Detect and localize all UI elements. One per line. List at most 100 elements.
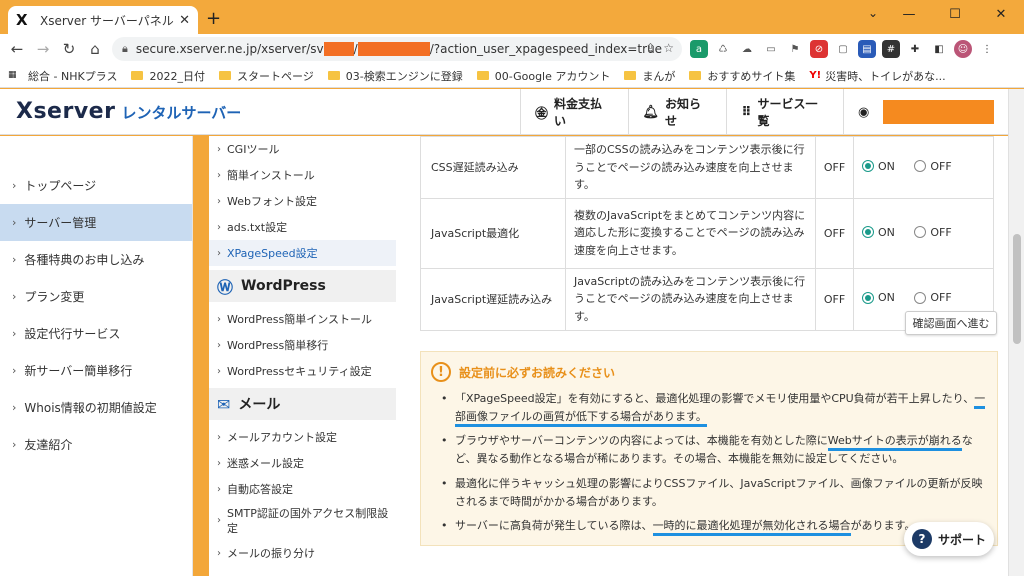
extension-page-icon[interactable]: ▢ bbox=[834, 40, 852, 58]
radio-off[interactable]: OFF bbox=[914, 160, 952, 173]
chevron-right-icon: › bbox=[217, 247, 221, 259]
server-submenu: › CGIツール › 簡単インストール › Webフォント設定 › ads.txt設定 … bbox=[209, 136, 396, 576]
address-bar[interactable]: 🔒︎ secure.xserver.ne.jp/xserver/sv //?act… bbox=[112, 37, 682, 61]
submenu-item-mail-account[interactable]: › メールアカウント設定 bbox=[209, 424, 396, 450]
submenu-item-wp-security[interactable]: › WordPressセキュリティ設定 bbox=[209, 358, 396, 384]
submenu-item-cgi[interactable]: › CGIツール bbox=[209, 136, 396, 162]
chevron-right-icon: › bbox=[12, 290, 17, 303]
radio-on[interactable]: ON bbox=[862, 160, 895, 173]
highlight-underline: Webサイトの表示が崩れる bbox=[827, 434, 962, 452]
extension-hash-icon[interactable]: # bbox=[882, 40, 900, 58]
minimize-icon[interactable]: — bbox=[886, 0, 932, 28]
submenu-item-adstxt[interactable]: › ads.txt設定 bbox=[209, 214, 396, 240]
nav-notices[interactable]: 🔔︎ お知らせ bbox=[627, 89, 727, 135]
side-panel-icon[interactable]: ◧ bbox=[930, 40, 948, 58]
nav-services[interactable]: ⠿ サービス一覧 bbox=[726, 89, 843, 135]
site-header: Xserver レンタルサーバー ㊎料金支払い 🔔︎ お知らせ ⠿ サービス一覧 ◉ bbox=[0, 89, 1008, 135]
extensions-puzzle-icon[interactable]: ✚ bbox=[906, 40, 924, 58]
scrollbar-thumb[interactable] bbox=[1013, 234, 1021, 344]
radio-empty-icon bbox=[914, 226, 927, 239]
folder-icon bbox=[218, 71, 231, 80]
radio-off[interactable]: OFF bbox=[914, 291, 952, 304]
bookmark-item[interactable]: Y! 災害時、トイレがあな... bbox=[809, 68, 945, 84]
chevron-right-icon: › bbox=[217, 143, 221, 155]
radio-selected-icon bbox=[862, 226, 874, 239]
nav-payment[interactable]: ㊎料金支払い bbox=[520, 89, 628, 135]
notice-item: 「XPageSpeed設定」を有効にすると、最適化処理の影響でメモリ使用量やCP… bbox=[441, 390, 989, 428]
share-icon[interactable]: ⇪ bbox=[646, 41, 656, 55]
extension-chat-icon[interactable]: ▭ bbox=[762, 40, 780, 58]
user-icon: ◉ bbox=[858, 104, 870, 120]
radio-off[interactable]: OFF bbox=[914, 226, 952, 239]
sidebar-item-benefits[interactable]: › 各種特典のお申し込み bbox=[0, 241, 192, 278]
tab-search-icon[interactable]: ⌄ bbox=[868, 6, 878, 20]
chevron-right-icon: › bbox=[217, 547, 221, 559]
sidebar-item-plan[interactable]: › プラン変更 bbox=[0, 278, 192, 315]
chevron-right-icon: › bbox=[12, 438, 17, 451]
radio-on[interactable]: ON bbox=[862, 291, 895, 304]
submenu-item-spam[interactable]: › 迷惑メール設定 bbox=[209, 450, 396, 476]
main-sidebar: › トップページ › サーバー管理 › 各種特典のお申し込み › プラン変更 › 設定代行… bbox=[0, 136, 193, 576]
sidebar-item-top[interactable]: › トップページ bbox=[0, 167, 192, 204]
submenu-item-mail-filter[interactable]: › メールの振り分け bbox=[209, 540, 396, 566]
folder-icon bbox=[689, 71, 702, 80]
redacted-block bbox=[883, 100, 994, 124]
bookmark-item[interactable]: 03-検索エンジンに登録 bbox=[327, 68, 463, 84]
browser-tab[interactable]: X Xserver サーバーパネル ✕ bbox=[8, 6, 198, 34]
bookmark-item[interactable]: おすすめサイト集 bbox=[689, 68, 795, 84]
maximize-icon[interactable]: ☐ bbox=[932, 0, 978, 28]
profile-avatar-icon[interactable]: ☺ bbox=[954, 40, 972, 58]
bookmark-item[interactable]: 00-Google アカウント bbox=[476, 68, 610, 84]
browser-titlebar: X Xserver サーバーパネル ✕ + ⌄ — ☐ ✕ bbox=[0, 0, 1024, 34]
submenu-item-webfont[interactable]: › Webフォント設定 bbox=[209, 188, 396, 214]
submenu-item-easy-install[interactable]: › 簡単インストール bbox=[209, 162, 396, 188]
tab-title: Xserver サーバーパネル bbox=[40, 13, 174, 28]
page-scrollbar[interactable] bbox=[1008, 89, 1024, 576]
folder-icon bbox=[476, 71, 489, 80]
extension-cloud-icon[interactable]: ☁ bbox=[738, 40, 756, 58]
setting-name: CSS遅延読み込み bbox=[420, 136, 566, 199]
extension-a-icon[interactable]: a bbox=[690, 40, 708, 58]
back-icon[interactable]: ← bbox=[4, 40, 30, 58]
extensions-bar: a ♺ ☁ ▭ ⚑ ⊘ ▢ ▤ # ✚ ◧ ☺ ⋮ bbox=[690, 40, 996, 58]
folder-icon bbox=[131, 71, 144, 80]
submenu-item-wp-migrate[interactable]: › WordPress簡単移行 bbox=[209, 332, 396, 358]
reload-icon[interactable]: ↻ bbox=[56, 40, 82, 58]
confirm-button[interactable]: 確認画面へ進む bbox=[905, 311, 997, 335]
sidebar-item-server[interactable]: › サーバー管理 bbox=[0, 204, 192, 241]
forward-icon[interactable]: → bbox=[30, 40, 56, 58]
chevron-right-icon: › bbox=[217, 339, 221, 351]
url-text: secure.xserver.ne.jp/xserver/sv //?action… bbox=[135, 41, 663, 57]
extension-recycle-icon[interactable]: ♺ bbox=[714, 40, 732, 58]
submenu-item-autoreply[interactable]: › 自動応答設定 bbox=[209, 476, 396, 502]
user-menu[interactable]: ◉ bbox=[843, 89, 1008, 135]
submenu-item-wp-install[interactable]: › WordPress簡単インストール bbox=[209, 306, 396, 332]
xserver-logo[interactable]: Xserver レンタルサーバー bbox=[16, 99, 241, 124]
bookmark-star-icon[interactable]: ☆ bbox=[663, 41, 674, 55]
menu-dots-icon[interactable]: ⋮ bbox=[978, 40, 996, 58]
extension-doc-icon[interactable]: ▤ bbox=[858, 40, 876, 58]
chevron-right-icon: › bbox=[12, 327, 17, 340]
extension-flag-icon[interactable]: ⚑ bbox=[786, 40, 804, 58]
sidebar-item-referral[interactable]: › 友達紹介 bbox=[0, 426, 192, 463]
browser-toolbar: ← → ↻ ⌂ 🔒︎ secure.xserver.ne.jp/xserver/… bbox=[0, 34, 1024, 64]
radio-on[interactable]: ON bbox=[862, 226, 895, 239]
submenu-item-smtp[interactable]: › SMTP認証の国外アクセス制限設定 bbox=[209, 502, 396, 540]
chevron-right-icon: › bbox=[12, 179, 17, 192]
bookmark-item[interactable]: スタートページ bbox=[218, 68, 314, 84]
bookmark-item[interactable]: ▦ 総合 - NHKプラス bbox=[8, 68, 117, 84]
sidebar-item-whois[interactable]: › Whois情報の初期値設定 bbox=[0, 389, 192, 426]
radio-selected-icon bbox=[862, 160, 874, 173]
bookmark-item[interactable]: まんが bbox=[624, 68, 675, 84]
home-icon[interactable]: ⌂ bbox=[82, 40, 108, 58]
sidebar-item-setup-service[interactable]: › 設定代行サービス bbox=[0, 315, 192, 352]
new-tab-icon[interactable]: + bbox=[206, 8, 221, 29]
close-window-icon[interactable]: ✕ bbox=[978, 0, 1024, 28]
sidebar-item-migration[interactable]: › 新サーバー簡単移行 bbox=[0, 352, 192, 389]
support-button[interactable]: ? サポート bbox=[904, 522, 994, 556]
extension-block-icon[interactable]: ⊘ bbox=[810, 40, 828, 58]
bookmarks-bar: ▦ 総合 - NHKプラス 2022_日付 スタートページ 03-検索エンジンに登… bbox=[0, 64, 1024, 88]
close-tab-icon[interactable]: ✕ bbox=[179, 13, 190, 28]
bookmark-item[interactable]: 2022_日付 bbox=[131, 68, 205, 84]
submenu-item-xpagespeed[interactable]: › XPageSpeed設定 bbox=[209, 240, 396, 266]
